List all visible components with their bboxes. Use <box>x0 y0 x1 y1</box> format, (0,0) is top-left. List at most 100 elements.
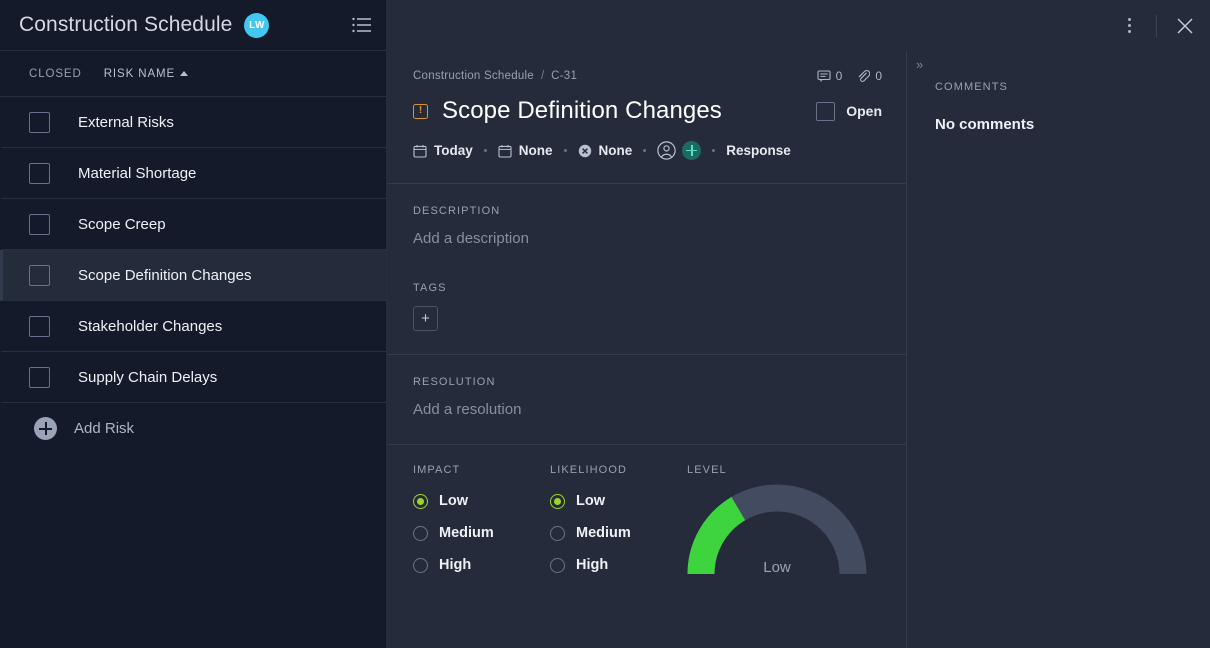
column-header-closed[interactable]: CLOSED <box>29 68 82 80</box>
list-view-icon[interactable] <box>352 17 372 33</box>
column-header-risk-name-label: RISK NAME <box>104 68 175 80</box>
kebab-menu-icon[interactable] <box>1119 16 1139 36</box>
status-field[interactable]: None <box>578 143 633 158</box>
level-label: LEVEL <box>687 464 880 476</box>
impact-option-medium[interactable]: Medium <box>413 525 550 541</box>
app-root: Construction Schedule LW CLOSED RISK NAM… <box>0 0 1210 648</box>
list-item[interactable]: External Risks <box>0 97 386 148</box>
risk-closed-checkbox[interactable] <box>29 214 50 235</box>
avatar[interactable]: LW <box>244 13 269 38</box>
person-circle-icon[interactable] <box>657 141 676 160</box>
attachment-count[interactable]: 0 <box>856 69 882 83</box>
likelihood-section: LIKELIHOOD Low Medium <box>550 464 687 580</box>
comments-panel: » COMMENTS No comments <box>907 51 1210 648</box>
radio-icon <box>413 526 428 541</box>
radio-icon <box>413 558 428 573</box>
warning-icon: ! <box>413 104 428 119</box>
risk-closed-checkbox[interactable] <box>29 163 50 184</box>
breadcrumb-id: C-31 <box>551 70 577 82</box>
risk-name-label: Material Shortage <box>78 165 196 182</box>
add-assignee-button[interactable] <box>682 141 701 160</box>
sidebar-header: Construction Schedule LW <box>0 0 386 51</box>
plus-circle-icon <box>34 417 57 440</box>
add-risk-label: Add Risk <box>74 420 134 437</box>
tags-section: TAGS + <box>387 247 906 331</box>
list-item[interactable]: Material Shortage <box>0 148 386 199</box>
list-column-header: CLOSED RISK NAME <box>0 51 386 97</box>
radio-icon <box>550 558 565 573</box>
radio-icon <box>550 526 565 541</box>
comment-bubble-icon <box>817 69 831 83</box>
start-date-field[interactable]: Today <box>413 143 473 158</box>
likelihood-option-low-label: Low <box>576 493 605 509</box>
resolution-label: RESOLUTION <box>413 376 880 388</box>
close-icon[interactable] <box>1174 15 1196 37</box>
comments-content: COMMENTS No comments <box>907 51 1210 133</box>
column-header-risk-name[interactable]: RISK NAME <box>104 68 188 80</box>
due-date-field[interactable]: None <box>498 143 553 158</box>
impact-section: IMPACT Low Medium <box>413 464 550 580</box>
double-chevron-right-icon[interactable]: » <box>916 58 922 71</box>
breadcrumb-separator: / <box>541 70 544 82</box>
likelihood-option-medium-label: Medium <box>576 525 631 541</box>
kebab-dot <box>1128 24 1131 27</box>
kebab-dot <box>1128 30 1131 33</box>
cancel-circle-icon <box>578 144 592 158</box>
list-item[interactable]: Supply Chain Delays <box>0 352 386 403</box>
breadcrumb-project[interactable]: Construction Schedule <box>413 70 534 82</box>
likelihood-option-high[interactable]: High <box>550 557 687 573</box>
impact-option-low-label: Low <box>439 493 468 509</box>
add-risk-button[interactable]: Add Risk <box>0 403 386 454</box>
radio-selected-icon <box>413 494 428 509</box>
resolution-input[interactable]: Add a resolution <box>413 401 880 418</box>
response-label[interactable]: Response <box>726 143 791 158</box>
impact-option-medium-label: Medium <box>439 525 494 541</box>
risk-closed-checkbox[interactable] <box>29 367 50 388</box>
start-date-value: Today <box>434 143 473 158</box>
impact-option-low[interactable]: Low <box>413 493 550 509</box>
risk-meta-row: Today None <box>387 125 906 160</box>
risk-closed-checkbox[interactable] <box>29 316 50 337</box>
comment-count[interactable]: 0 <box>817 69 843 83</box>
divider <box>1156 15 1157 37</box>
comments-label: COMMENTS <box>935 81 1210 93</box>
impact-label: IMPACT <box>413 464 550 476</box>
detail-topbar <box>387 0 1210 51</box>
likelihood-option-high-label: High <box>576 557 608 573</box>
page-title: Construction Schedule <box>19 13 232 37</box>
level-gauge: Low <box>687 484 867 580</box>
list-item[interactable]: Scope Creep <box>0 199 386 250</box>
meta-separator <box>643 149 646 152</box>
level-value: Low <box>687 559 867 576</box>
status-value: None <box>599 143 633 158</box>
list-item[interactable]: Stakeholder Changes <box>0 301 386 352</box>
right-region: Construction Schedule / C-31 0 <box>387 0 1210 648</box>
meta-separator <box>484 149 487 152</box>
open-checkbox[interactable] <box>816 102 835 121</box>
meta-separator <box>564 149 567 152</box>
likelihood-label: LIKELIHOOD <box>550 464 687 476</box>
likelihood-option-medium[interactable]: Medium <box>550 525 687 541</box>
kebab-dot <box>1128 18 1131 21</box>
impact-option-high[interactable]: High <box>413 557 550 573</box>
risk-list-sidebar: Construction Schedule LW CLOSED RISK NAM… <box>0 0 387 648</box>
resolution-section: RESOLUTION Add a resolution <box>387 355 906 418</box>
risk-closed-checkbox[interactable] <box>29 112 50 133</box>
add-tag-button[interactable]: + <box>413 306 438 331</box>
risk-detail-panel: Construction Schedule / C-31 0 <box>387 51 907 648</box>
list-item-selected[interactable]: Scope Definition Changes <box>0 250 386 301</box>
paperclip-icon <box>856 69 870 83</box>
status-open-toggle[interactable]: Open <box>816 102 882 121</box>
risk-name-label: Supply Chain Delays <box>78 369 217 386</box>
calendar-icon <box>413 144 427 158</box>
calendar-icon <box>498 144 512 158</box>
comment-count-value: 0 <box>836 69 843 83</box>
radio-selected-icon <box>550 494 565 509</box>
attachment-count-value: 0 <box>875 69 882 83</box>
risk-closed-checkbox[interactable] <box>29 265 50 286</box>
level-section: LEVEL Low <box>687 464 880 580</box>
likelihood-option-low[interactable]: Low <box>550 493 687 509</box>
due-date-value: None <box>519 143 553 158</box>
description-input[interactable]: Add a description <box>413 230 880 247</box>
tags-label: TAGS <box>413 282 880 294</box>
